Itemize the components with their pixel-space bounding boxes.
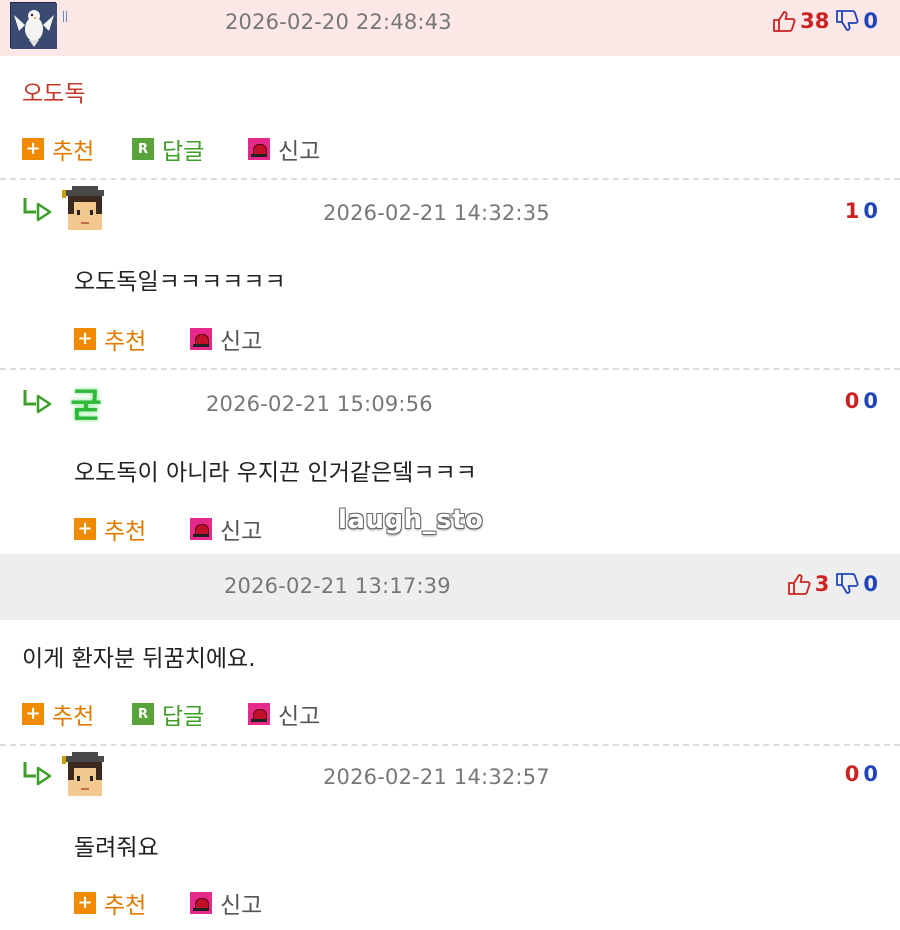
upvote-count: 0 [844, 389, 860, 413]
siren-icon [190, 518, 212, 540]
green-glyph-icon: 굳 [70, 385, 102, 426]
recommend-label: 추천 [104, 893, 147, 919]
vote-counter: 0 0 [845, 389, 878, 413]
comment-timestamp: 2026-02-21 15:09:56 [206, 392, 433, 416]
plus-icon: + [22, 138, 44, 160]
recommend-label: 추천 [104, 519, 147, 545]
divider [0, 178, 900, 180]
thumbs-up-icon[interactable] [787, 572, 811, 596]
avatar-badge [63, 11, 67, 22]
reply-label: 답글 [162, 704, 205, 730]
reply-arrow-icon [23, 390, 52, 414]
reply-button[interactable]: R 답글 [132, 697, 204, 731]
siren-icon [248, 138, 270, 160]
vote-counter: 0 0 [845, 762, 878, 786]
recommend-button[interactable]: + 추천 [22, 697, 94, 731]
siren-icon [190, 328, 212, 350]
divider [0, 744, 900, 746]
recommend-button[interactable]: + 추천 [74, 512, 146, 546]
comment-timestamp: 2026-02-21 14:32:57 [323, 765, 550, 789]
thumbs-up-icon[interactable] [772, 9, 796, 33]
plus-icon: + [74, 518, 96, 540]
recommend-label: 추천 [52, 139, 95, 165]
comment-timestamp: 2026-02-21 14:32:35 [323, 201, 550, 225]
avatar[interactable] [62, 752, 108, 800]
comment-body: 오도독 [22, 81, 86, 107]
comment-body: 돌려줘요 [74, 835, 159, 861]
recommend-button[interactable]: + 추천 [22, 132, 94, 166]
divider [0, 368, 900, 370]
graduate-pixel-icon [62, 752, 104, 796]
avatar[interactable] [62, 186, 108, 234]
comment-body: 오도독일ㅋㅋㅋㅋㅋㅋ [74, 269, 286, 295]
vote-counter: 1 0 [845, 199, 878, 223]
plus-icon: + [74, 892, 96, 914]
avatar[interactable]: 굳 [64, 380, 108, 426]
plus-icon: + [74, 328, 96, 350]
upvote-count: 1 [844, 199, 860, 223]
report-label: 신고 [220, 893, 263, 919]
vote-counter: 3 0 [787, 572, 878, 596]
reply-label: 답글 [162, 139, 205, 165]
siren-icon [248, 703, 270, 725]
report-button[interactable]: 신고 [190, 322, 262, 356]
downvote-count: 0 [863, 572, 878, 596]
recommend-label: 추천 [52, 704, 95, 730]
recommend-button[interactable]: + 추천 [74, 322, 146, 356]
report-button[interactable]: 신고 [190, 886, 262, 920]
avatar[interactable] [10, 2, 57, 49]
recommend-button[interactable]: + 추천 [74, 886, 146, 920]
report-label: 신고 [278, 704, 321, 730]
report-label: 신고 [220, 519, 263, 545]
comment-body: 오도독이 아니라 우지끈 인거같은뎈ㅋㅋㅋ [74, 460, 477, 486]
report-label: 신고 [278, 139, 321, 165]
report-button[interactable]: 신고 [248, 697, 320, 731]
downvote-count: 0 [863, 762, 878, 786]
downvote-count: 0 [863, 389, 878, 413]
report-button[interactable]: 신고 [248, 132, 320, 166]
recommend-label: 추천 [104, 329, 147, 355]
report-button[interactable]: 신고 [190, 512, 262, 546]
downvote-count: 0 [863, 199, 878, 223]
comment-timestamp: 2026-02-20 22:48:43 [225, 10, 452, 34]
watermark: laugh_sto [338, 505, 484, 535]
vote-counter: 38 0 [772, 9, 878, 33]
reply-arrow-icon [23, 762, 52, 786]
reply-button[interactable]: R 답글 [132, 132, 204, 166]
dove-icon [11, 3, 57, 49]
reply-r-icon: R [132, 138, 154, 160]
plus-icon: + [22, 703, 44, 725]
upvote-count: 0 [844, 762, 860, 786]
comment-timestamp: 2026-02-21 13:17:39 [224, 574, 451, 598]
comment-body: 이게 환자분 뒤꿈치에요. [22, 646, 256, 672]
graduate-pixel-icon [62, 186, 104, 230]
reply-r-icon: R [132, 703, 154, 725]
upvote-count: 3 [814, 572, 830, 596]
siren-icon [190, 892, 212, 914]
reply-arrow-icon [23, 198, 52, 222]
report-label: 신고 [220, 329, 263, 355]
upvote-count: 38 [800, 9, 830, 33]
thumbs-down-icon[interactable] [835, 9, 859, 33]
thumbs-down-icon[interactable] [835, 572, 859, 596]
downvote-count: 0 [863, 9, 878, 33]
